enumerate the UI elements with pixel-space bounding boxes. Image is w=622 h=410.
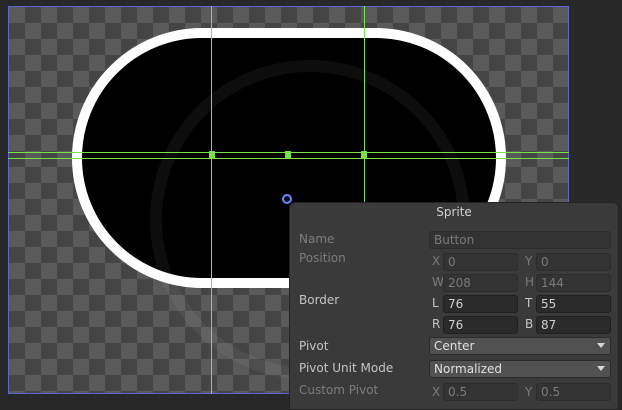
pivot-label: Pivot xyxy=(299,339,329,353)
border-t-label: T xyxy=(525,296,533,310)
border-l-label: L xyxy=(432,296,439,310)
position-h-label: H xyxy=(525,275,535,289)
border-handle-center[interactable] xyxy=(285,151,291,159)
border-label: Border xyxy=(299,293,340,307)
custom-pivot-x-label: X xyxy=(432,385,441,399)
border-handle-left[interactable] xyxy=(209,151,215,159)
position-x-label: X xyxy=(432,254,441,268)
border-b-label: B xyxy=(525,317,534,331)
custom-pivot-y-field[interactable]: 0.5 xyxy=(536,383,611,401)
position-label: Position xyxy=(299,251,346,265)
sprite-properties-panel: Sprite Name Button Position X 0 Y 0 W 20… xyxy=(289,202,619,410)
panel-title: Sprite xyxy=(436,205,472,219)
pivot-dropdown-value: Center xyxy=(434,339,475,353)
border-t-field[interactable]: 55 xyxy=(536,295,611,313)
custom-pivot-y-label: Y xyxy=(525,385,533,399)
position-w-field[interactable]: 208 xyxy=(443,274,518,292)
border-r-label: R xyxy=(432,317,441,331)
pivot-dropdown[interactable]: Center xyxy=(429,337,611,355)
name-label: Name xyxy=(299,232,335,246)
position-y-label: Y xyxy=(525,254,533,268)
position-y-field[interactable]: 0 xyxy=(536,253,611,271)
name-field[interactable]: Button xyxy=(429,231,611,249)
border-b-field[interactable]: 87 xyxy=(536,316,611,334)
border-l-field[interactable]: 76 xyxy=(443,295,518,313)
pivot-unit-mode-dropdown[interactable]: Normalized xyxy=(429,360,611,378)
border-handle-right[interactable] xyxy=(361,151,367,159)
chevron-down-icon xyxy=(597,366,605,371)
border-guide-left[interactable] xyxy=(211,6,212,394)
position-x-field[interactable]: 0 xyxy=(443,253,518,271)
position-h-field[interactable]: 144 xyxy=(536,274,611,292)
pivot-unit-mode-label: Pivot Unit Mode xyxy=(299,361,394,375)
custom-pivot-label: Custom Pivot xyxy=(299,383,379,397)
chevron-down-icon xyxy=(597,343,605,348)
pivot-unit-mode-value: Normalized xyxy=(434,362,503,376)
border-r-field[interactable]: 76 xyxy=(443,316,518,334)
custom-pivot-x-field[interactable]: 0.5 xyxy=(443,383,518,401)
